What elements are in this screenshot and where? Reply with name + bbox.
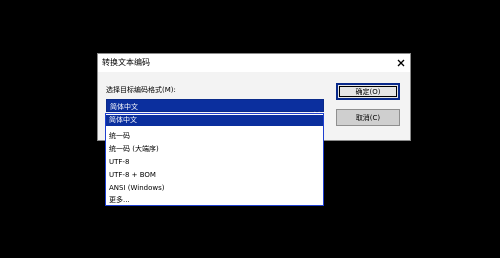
dialog-title: 转换文本编码 xyxy=(102,58,150,67)
encoding-prompt-label: 选择目标编码格式(M): xyxy=(106,86,176,94)
cancel-button[interactable]: 取消(C) xyxy=(336,109,400,126)
dropdown-option[interactable]: 简体中文 xyxy=(106,115,323,126)
ok-button[interactable]: 确定(O) xyxy=(336,83,400,100)
dropdown-option[interactable]: ANSI (Windows) xyxy=(106,183,323,194)
encoding-dropdown-list: 简体中文 统一码 统一码 (大端序) UTF-8 UTF-8 + BOM ANS… xyxy=(105,113,324,206)
chevron-down-icon xyxy=(313,102,321,116)
dropdown-option[interactable]: UTF-8 xyxy=(106,157,323,168)
encoding-select-value: 简体中文 xyxy=(110,103,138,111)
dialog-titlebar: 转换文本编码 xyxy=(98,54,410,72)
dropdown-option[interactable]: 统一码 (大端序) xyxy=(106,144,323,155)
close-icon xyxy=(397,59,405,66)
encoding-select[interactable]: 简体中文 xyxy=(106,99,324,116)
close-button[interactable] xyxy=(394,55,408,70)
dropdown-option[interactable]: 更多... xyxy=(106,195,323,206)
dropdown-option[interactable]: UTF-8 + BOM xyxy=(106,170,323,181)
dropdown-option[interactable]: 统一码 xyxy=(106,131,323,142)
